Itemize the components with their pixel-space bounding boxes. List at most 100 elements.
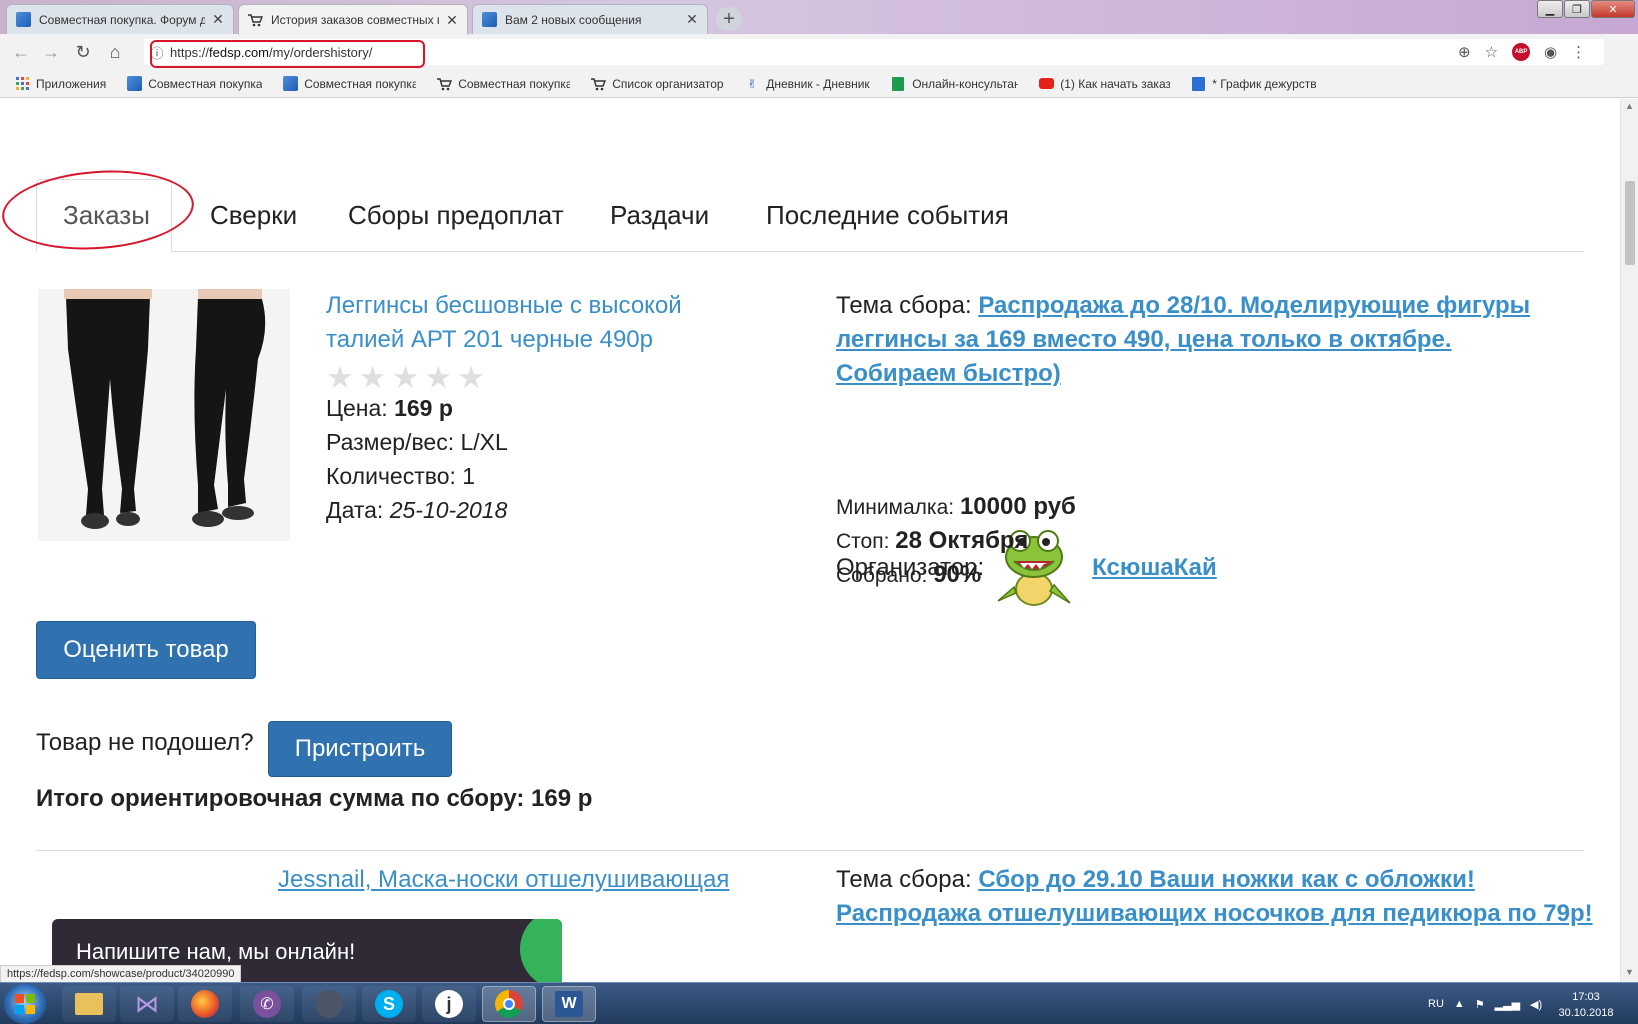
cart-icon xyxy=(436,76,453,92)
viber-icon[interactable]: ✆ xyxy=(240,986,294,1022)
back-arrow-icon[interactable]: ← xyxy=(8,40,34,64)
browser-tab-orders-history[interactable]: История заказов совместных п ✕ xyxy=(238,4,468,35)
scroll-down-icon[interactable]: ▼ xyxy=(1625,967,1634,977)
new-tab-button[interactable]: + xyxy=(716,7,742,31)
bookmark-label: Совместная покупка xyxy=(148,76,263,91)
star-icon[interactable]: ★ xyxy=(392,361,420,395)
close-tab-icon[interactable]: ✕ xyxy=(211,11,225,28)
j-app-icon[interactable]: j xyxy=(422,986,476,1022)
bookmark-organizers[interactable]: Список организатор xyxy=(590,76,724,92)
tab-reconciliations[interactable]: Сверки xyxy=(184,179,323,252)
restore-window-icon[interactable]: ❐ xyxy=(1564,0,1590,18)
profile-icon[interactable]: ◉ xyxy=(1544,43,1557,61)
reload-icon[interactable]: ↻ xyxy=(70,40,96,64)
bookmark-star-icon[interactable]: ☆ xyxy=(1485,43,1498,61)
rate-product-button[interactable]: Оценить товар xyxy=(36,621,256,679)
word-icon[interactable]: W xyxy=(542,986,596,1022)
site-favicon-icon xyxy=(15,12,31,28)
star-icon[interactable]: ★ xyxy=(326,361,354,395)
not-fit-text: Товар не подошел? xyxy=(36,729,254,756)
stop-line: Стоп: 28 Октября xyxy=(836,527,1029,554)
bookmark-label: Онлайн-консультант xyxy=(912,76,1019,91)
skype-icon[interactable]: S xyxy=(362,986,416,1022)
product-image[interactable] xyxy=(38,289,290,541)
orders-nav-tabs: Заказы Сверки Сборы предоплат Раздачи По… xyxy=(36,179,1584,252)
product-title-link[interactable]: Леггинсы бесшовные с высокой талией АРТ 2… xyxy=(326,289,756,357)
bookmark-sp-1[interactable]: Совместная покупка xyxy=(126,76,262,92)
window-controls: ▁ ❐ ✕ xyxy=(1536,0,1635,20)
browser-tab-title: Совместная покупка. Форум дл xyxy=(39,12,205,27)
chat-widget-text: Напишите нам, мы онлайн! xyxy=(76,939,356,964)
rating-stars[interactable]: ★ ★ ★ ★ ★ xyxy=(326,361,485,395)
bookmark-schedule[interactable]: * График дежурств г xyxy=(1190,76,1320,92)
close-window-icon[interactable]: ✕ xyxy=(1591,0,1635,18)
organizer-name-link[interactable]: КсюшаКай xyxy=(1092,554,1217,582)
visual-studio-icon[interactable]: ⋈ xyxy=(120,986,174,1022)
start-orb[interactable] xyxy=(4,984,46,1024)
clock-time: 17:03 xyxy=(1572,991,1600,1003)
volume-icon[interactable]: ◀) xyxy=(1530,998,1542,1011)
page-scrollbar[interactable]: ▲ ▼ xyxy=(1620,99,1638,982)
stop-value: 28 Октября xyxy=(895,527,1029,554)
page-content: Заказы Сверки Сборы предоплат Раздачи По… xyxy=(0,99,1620,982)
scroll-thumb[interactable] xyxy=(1625,181,1635,265)
bookmark-label: Совместная покупка xyxy=(304,76,417,91)
size-value: L/XL xyxy=(460,429,508,455)
close-tab-icon[interactable]: ✕ xyxy=(685,11,699,28)
clock-date: 30.10.2018 xyxy=(1558,1007,1614,1019)
price-value: 169 р xyxy=(394,395,453,421)
purchase-topic: Тема сбора: Распродажа до 28/10. Моделир… xyxy=(836,292,1531,387)
chrome-icon[interactable] xyxy=(482,986,536,1022)
star-icon[interactable]: ★ xyxy=(359,361,387,395)
close-tab-icon[interactable]: ✕ xyxy=(445,12,459,29)
system-tray: RU ▲ ⚑ ▂▃▅ ◀) xyxy=(1428,983,1542,1024)
bookmark-label: Дневник - Дневник. xyxy=(766,76,871,91)
tab-prepayments[interactable]: Сборы предоплат xyxy=(322,179,590,252)
tray-arrow-icon[interactable]: ▲ xyxy=(1454,998,1465,1010)
browser-tab-title: Вам 2 новых сообщения xyxy=(505,12,642,27)
quantity-value: 1 xyxy=(462,463,476,489)
forward-arrow-icon[interactable]: → xyxy=(38,40,64,64)
tab-distributions[interactable]: Раздачи xyxy=(584,179,735,252)
adblock-icon[interactable]: ABP xyxy=(1512,43,1531,61)
scroll-up-icon[interactable]: ▲ xyxy=(1625,101,1634,111)
youtube-icon xyxy=(1038,76,1054,92)
bookmark-label: Приложения xyxy=(36,76,107,91)
bookmark-sp-3[interactable]: Совместная покупка xyxy=(436,76,570,92)
language-indicator[interactable]: RU xyxy=(1428,998,1444,1010)
screen: Совместная покупка. Форум дл ✕ История з… xyxy=(0,0,1638,1024)
taskbar-clock[interactable]: 17:03 30.10.2018 xyxy=(1550,989,1622,1021)
bookmark-apps[interactable]: Приложения xyxy=(14,76,106,92)
menu-dots-icon[interactable]: ⋮ xyxy=(1571,43,1586,61)
size-line: Размер/вес: L/XL xyxy=(326,429,508,455)
apps-grid-icon xyxy=(14,76,30,92)
minimize-window-icon[interactable]: ▁ xyxy=(1537,0,1563,18)
browser-tab-strip: Совместная покупка. Форум дл ✕ История з… xyxy=(0,0,1638,35)
bookmark-diary[interactable]: ✌ Дневник - Дневник. xyxy=(744,76,870,92)
explorer-icon[interactable] xyxy=(62,986,116,1022)
star-icon[interactable]: ★ xyxy=(424,361,452,395)
bookmark-consultant[interactable]: Онлайн-консультант xyxy=(890,76,1018,92)
doc-icon xyxy=(1190,76,1206,92)
zoom-icon[interactable]: ⊕ xyxy=(1458,43,1471,61)
home-icon[interactable]: ⌂ xyxy=(102,40,128,64)
chat-badge xyxy=(520,919,562,982)
cart-favicon-icon xyxy=(247,12,263,28)
action-center-icon[interactable]: ⚑ xyxy=(1475,998,1485,1011)
quantity-line: Количество: 1 xyxy=(326,463,476,489)
bookmark-sp-2[interactable]: Совместная покупка xyxy=(282,76,416,92)
site-icon xyxy=(126,76,142,92)
min-order-line: Минималка: 10000 руб xyxy=(836,493,1076,520)
tab-recent-events[interactable]: Последние события xyxy=(740,179,1035,252)
firefox-icon[interactable] xyxy=(178,986,232,1022)
edge-icon[interactable] xyxy=(302,986,356,1022)
star-icon[interactable]: ★ xyxy=(457,361,485,395)
bookmark-youtube[interactable]: (1) Как начать заказ xyxy=(1038,76,1170,92)
browser-tab-forum[interactable]: Совместная покупка. Форум дл ✕ xyxy=(6,4,234,34)
network-icon[interactable]: ▂▃▅ xyxy=(1495,998,1520,1011)
browser-tab-messages[interactable]: Вам 2 новых сообщения ✕ xyxy=(472,4,708,34)
date-value: 25-10-2018 xyxy=(389,497,508,523)
bookmark-label: (1) Как начать заказ xyxy=(1060,76,1171,91)
product-title-link-2[interactable]: Jessnail, Маска-носки отшелушивающая xyxy=(278,863,729,897)
attach-product-button[interactable]: Пристроить xyxy=(268,721,452,777)
